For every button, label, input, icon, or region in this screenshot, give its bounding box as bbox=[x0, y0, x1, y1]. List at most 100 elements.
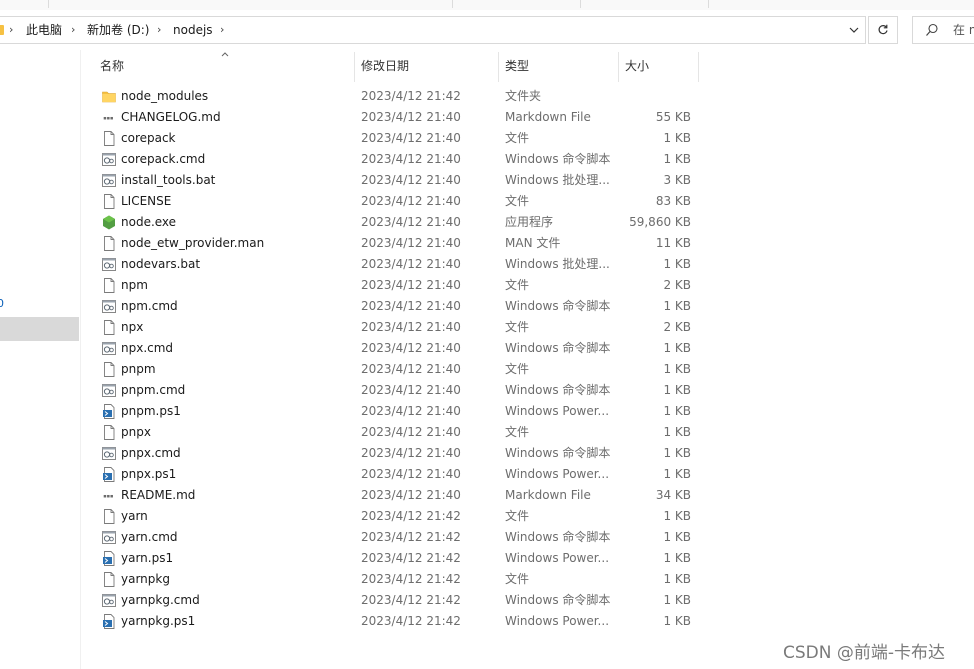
script-file-icon bbox=[102, 530, 116, 545]
file-row[interactable]: yarn 2023/4/12 21:42 文件 1 KB bbox=[82, 506, 702, 527]
search-input[interactable]: 在 n bbox=[912, 16, 974, 44]
file-name: yarn bbox=[121, 509, 148, 523]
file-row[interactable]: pnpm.ps1 2023/4/12 21:40 Windows Power... 1… bbox=[82, 401, 702, 422]
refresh-button[interactable] bbox=[868, 16, 898, 44]
navigation-pane[interactable]: 0 bbox=[0, 50, 81, 669]
script-file-icon bbox=[102, 593, 116, 608]
file-size: 1 KB bbox=[663, 467, 691, 481]
file-row[interactable]: ▪▪▪ README.md 2023/4/12 21:40 Markdown File… bbox=[82, 485, 702, 506]
ribbon-tab-fragment[interactable] bbox=[0, 0, 49, 8]
file-type: 文件 bbox=[505, 362, 530, 376]
file-size: 2 KB bbox=[663, 278, 691, 292]
file-size: 1 KB bbox=[663, 572, 691, 586]
file-icon bbox=[102, 509, 116, 524]
chevron-right-icon[interactable]: › bbox=[220, 17, 224, 43]
nav-item-fragment[interactable]: 0 bbox=[0, 297, 4, 310]
watermark: CSDN @前端-卡布达 bbox=[783, 643, 946, 663]
file-row[interactable]: pnpx.cmd 2023/4/12 21:40 Windows 命令脚本 1 KB bbox=[82, 443, 702, 464]
address-dropdown-button[interactable] bbox=[843, 17, 865, 43]
file-name: LICENSE bbox=[121, 194, 172, 208]
file-name: node_etw_provider.man bbox=[121, 236, 265, 250]
chevron-right-icon[interactable]: › bbox=[157, 17, 161, 43]
file-row[interactable]: pnpm.cmd 2023/4/12 21:40 Windows 命令脚本 1 KB bbox=[82, 380, 702, 401]
column-header-size[interactable]: 大小 bbox=[619, 50, 698, 84]
file-name: npx bbox=[121, 320, 144, 334]
file-name: npx.cmd bbox=[121, 341, 174, 355]
file-modified-date: 2023/4/12 21:42 bbox=[361, 614, 461, 628]
breadcrumb-drive-d[interactable]: 新加卷 (D:) bbox=[87, 17, 149, 43]
file-row[interactable]: yarn.ps1 2023/4/12 21:42 Windows Power... 1… bbox=[82, 548, 702, 569]
file-row[interactable]: pnpm 2023/4/12 21:40 文件 1 KB bbox=[82, 359, 702, 380]
file-row[interactable]: nodevars.bat 2023/4/12 21:40 Windows 批处理..… bbox=[82, 254, 702, 275]
script-file-icon bbox=[102, 341, 116, 356]
file-row[interactable]: npm.cmd 2023/4/12 21:40 Windows 命令脚本 1 KB bbox=[82, 296, 702, 317]
file-row[interactable]: corepack 2023/4/12 21:40 文件 1 KB bbox=[82, 128, 702, 149]
file-size: 55 KB bbox=[655, 110, 691, 124]
file-name: corepack.cmd bbox=[121, 152, 206, 166]
search-icon bbox=[926, 23, 938, 36]
file-size: 1 KB bbox=[663, 593, 691, 607]
file-row[interactable]: yarnpkg 2023/4/12 21:42 文件 1 KB bbox=[82, 569, 702, 590]
column-header-name[interactable]: 名称 bbox=[94, 50, 354, 84]
column-header-type[interactable]: 类型 bbox=[499, 50, 618, 84]
file-row[interactable]: pnpx 2023/4/12 21:40 文件 1 KB bbox=[82, 422, 702, 443]
file-name: CHANGELOG.md bbox=[121, 110, 221, 124]
file-modified-date: 2023/4/12 21:42 bbox=[361, 509, 461, 523]
file-row[interactable]: yarn.cmd 2023/4/12 21:42 Windows 命令脚本 1 KB bbox=[82, 527, 702, 548]
file-row[interactable]: node_etw_provider.man 2023/4/12 21:40 MAN … bbox=[82, 233, 702, 254]
file-row[interactable]: yarnpkg.cmd 2023/4/12 21:42 Windows 命令脚本 1 … bbox=[82, 590, 702, 611]
breadcrumb-nodejs[interactable]: nodejs bbox=[173, 17, 213, 43]
file-type: Windows 命令脚本 bbox=[505, 299, 611, 313]
file-row[interactable]: npx 2023/4/12 21:40 文件 2 KB bbox=[82, 317, 702, 338]
file-type: 文件 bbox=[505, 278, 530, 292]
breadcrumb-this-pc[interactable]: 此电脑 bbox=[26, 17, 62, 43]
file-row[interactable]: npm 2023/4/12 21:40 文件 2 KB bbox=[82, 275, 702, 296]
ribbon-tab-fragment[interactable] bbox=[458, 0, 581, 8]
file-modified-date: 2023/4/12 21:42 bbox=[361, 551, 461, 565]
file-type: Windows 命令脚本 bbox=[505, 152, 611, 166]
file-modified-date: 2023/4/12 21:40 bbox=[361, 383, 461, 397]
file-name: node.exe bbox=[121, 215, 177, 229]
file-size: 1 KB bbox=[663, 131, 691, 145]
file-row[interactable]: ▪▪▪ CHANGELOG.md 2023/4/12 21:40 Markdown F… bbox=[82, 107, 702, 128]
file-modified-date: 2023/4/12 21:40 bbox=[361, 446, 461, 460]
svg-text:▪▪▪: ▪▪▪ bbox=[103, 494, 113, 500]
markdown-file-icon: ▪▪▪ bbox=[102, 488, 116, 503]
file-row[interactable]: corepack.cmd 2023/4/12 21:40 Windows 命令脚本 1… bbox=[82, 149, 702, 170]
file-icon bbox=[102, 362, 116, 377]
file-size: 1 KB bbox=[663, 299, 691, 313]
file-name: README.md bbox=[121, 488, 196, 502]
ribbon-tab-fragment[interactable] bbox=[586, 0, 709, 8]
file-modified-date: 2023/4/12 21:42 bbox=[361, 530, 461, 544]
file-row[interactable]: yarnpkg.ps1 2023/4/12 21:42 Windows Power.… bbox=[82, 611, 702, 632]
column-header-date[interactable]: 修改日期 bbox=[355, 50, 498, 84]
file-modified-date: 2023/4/12 21:42 bbox=[361, 593, 461, 607]
ribbon-tab-fragment[interactable] bbox=[320, 0, 453, 8]
chevron-right-icon[interactable]: › bbox=[9, 17, 13, 43]
file-name: pnpx.ps1 bbox=[121, 467, 177, 481]
file-row[interactable]: npx.cmd 2023/4/12 21:40 Windows 命令脚本 1 KB bbox=[82, 338, 702, 359]
chevron-right-icon[interactable]: › bbox=[71, 17, 75, 43]
script-file-icon bbox=[102, 257, 116, 272]
file-row[interactable]: pnpx.ps1 2023/4/12 21:40 Windows Power... 1… bbox=[82, 464, 702, 485]
file-row[interactable]: node.exe 2023/4/12 21:40 应用程序 59,860 KB bbox=[82, 212, 702, 233]
powershell-file-icon bbox=[102, 467, 116, 482]
nav-item-selected[interactable] bbox=[0, 317, 79, 341]
file-type: Windows Power... bbox=[505, 467, 610, 481]
file-modified-date: 2023/4/12 21:40 bbox=[361, 194, 461, 208]
address-bar-row: › 此电脑 › 新加卷 (D:) › nodejs › 在 n bbox=[0, 10, 974, 50]
script-file-icon bbox=[102, 152, 116, 167]
file-row[interactable]: install_tools.bat 2023/4/12 21:40 Windows … bbox=[82, 170, 702, 191]
file-size: 1 KB bbox=[663, 362, 691, 376]
address-bar[interactable]: › 此电脑 › 新加卷 (D:) › nodejs › bbox=[0, 16, 866, 44]
file-row[interactable]: node_modules 2023/4/12 21:42 文件夹 bbox=[82, 86, 702, 107]
column-divider[interactable] bbox=[698, 52, 699, 82]
column-header: 名称 修改日期 类型 大小 bbox=[82, 50, 700, 84]
file-row[interactable]: LICENSE 2023/4/12 21:40 文件 83 KB bbox=[82, 191, 702, 212]
file-size: 1 KB bbox=[663, 257, 691, 271]
file-modified-date: 2023/4/12 21:40 bbox=[361, 236, 461, 250]
file-name: pnpm.ps1 bbox=[121, 404, 181, 418]
file-type: 文件 bbox=[505, 131, 530, 145]
file-size: 1 KB bbox=[663, 509, 691, 523]
file-size: 59,860 KB bbox=[629, 215, 691, 229]
